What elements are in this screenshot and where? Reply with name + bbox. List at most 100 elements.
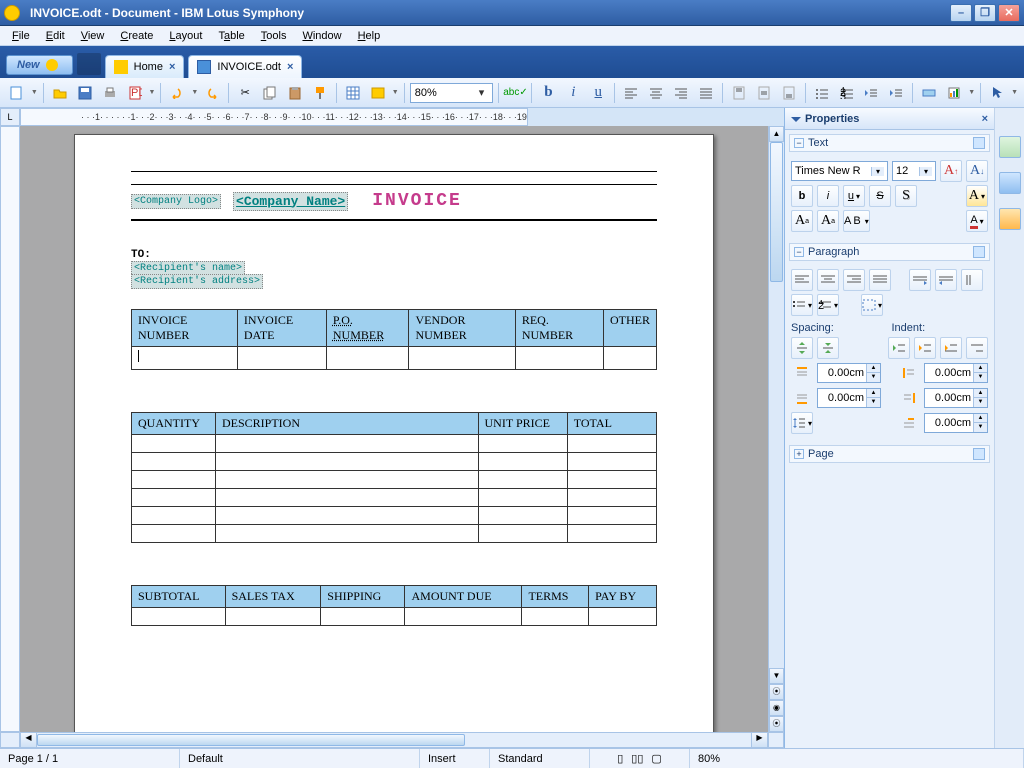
status-zoom[interactable]: 80%	[690, 749, 1024, 768]
print-button[interactable]	[99, 82, 121, 104]
hanging-indent-button[interactable]	[940, 337, 962, 359]
th-subtotal[interactable]: SUBTOTAL	[132, 586, 226, 608]
align-center-button-2[interactable]	[817, 269, 839, 291]
char-spacing-button[interactable]: AB	[843, 210, 870, 232]
number-list-button-2[interactable]: 12	[817, 294, 839, 316]
insert-field-button[interactable]	[918, 82, 940, 104]
undo-button[interactable]	[166, 82, 188, 104]
th-terms[interactable]: TERMS	[522, 586, 589, 608]
menu-window[interactable]: Window	[294, 28, 349, 44]
bold-button-2[interactable]: b	[791, 185, 813, 207]
new-button[interactable]: New	[6, 55, 73, 75]
align-right-button-2[interactable]	[843, 269, 865, 291]
redo-button[interactable]	[201, 82, 223, 104]
gallery-icon[interactable]	[999, 136, 1021, 158]
shadow-button[interactable]: S	[895, 185, 917, 207]
view-page-icon[interactable]: ▯	[617, 752, 623, 765]
company-logo-placeholder[interactable]: <Company Logo>	[131, 194, 221, 209]
close-panel-icon[interactable]: ×	[982, 113, 988, 125]
border-button[interactable]	[861, 294, 883, 316]
text-direction-button[interactable]	[961, 269, 983, 291]
menu-help[interactable]: Help	[350, 28, 389, 44]
underline-button-2[interactable]: u	[843, 185, 865, 207]
th-vendor-number[interactable]: VENDOR NUMBER	[409, 310, 515, 347]
scroll-right-icon[interactable]: ▶	[751, 733, 767, 747]
ltr-button[interactable]	[909, 269, 931, 291]
indent-left-spinner[interactable]: ▲▼	[924, 363, 988, 383]
minimize-button[interactable]: –	[950, 4, 972, 22]
pdf-button[interactable]: PDF	[124, 82, 146, 104]
open-button[interactable]	[49, 82, 71, 104]
navigator-icon[interactable]	[999, 208, 1021, 230]
company-name-placeholder[interactable]: <Company Name>	[233, 192, 348, 211]
th-shipping[interactable]: SHIPPING	[321, 586, 405, 608]
page[interactable]: <Company Logo> <Company Name> INVOICE TO…	[74, 134, 714, 732]
font-size-combo[interactable]: 12▾	[892, 161, 936, 181]
valign-middle-button[interactable]	[753, 82, 775, 104]
scroll-down-icon[interactable]: ▼	[769, 668, 784, 684]
number-list-button[interactable]: 123	[836, 82, 858, 104]
spellcheck-button[interactable]: abc✓	[504, 82, 526, 104]
copy-button[interactable]	[259, 82, 281, 104]
underline-button[interactable]: u	[587, 82, 609, 104]
bullet-list-button[interactable]	[811, 82, 833, 104]
line-items-table[interactable]: QUANTITY DESCRIPTION UNIT PRICE TOTAL	[131, 412, 657, 543]
totals-table[interactable]: SUBTOTAL SALES TAX SHIPPING AMOUNT DUE T…	[131, 585, 657, 626]
highlight-color-button[interactable]: A	[966, 185, 988, 207]
insert-chart-button[interactable]	[943, 82, 965, 104]
th-sales-tax[interactable]: SALES TAX	[225, 586, 321, 608]
section-icon[interactable]	[973, 137, 985, 149]
align-left-button-2[interactable]	[791, 269, 813, 291]
strike-button[interactable]: S	[869, 185, 891, 207]
close-icon[interactable]: ×	[287, 61, 293, 73]
indent-firstline-spinner[interactable]: ▲▼	[924, 413, 988, 433]
scroll-thumb[interactable]	[770, 142, 783, 282]
align-justify-button[interactable]	[695, 82, 717, 104]
indent-button[interactable]	[885, 82, 907, 104]
th-description[interactable]: DESCRIPTION	[216, 413, 479, 435]
tab-home[interactable]: Home ×	[105, 55, 185, 78]
valign-top-button[interactable]	[728, 82, 750, 104]
paste-button[interactable]	[284, 82, 306, 104]
th-req-number[interactable]: REQ. NUMBER	[515, 310, 603, 347]
status-page[interactable]: Page 1 / 1	[0, 749, 180, 768]
ruler-horizontal[interactable]: · · ·1· · · · · ·1· · ·2· · ·3· · ·4· · …	[20, 108, 528, 126]
thumbnails-button[interactable]	[77, 53, 101, 75]
menu-layout[interactable]: Layout	[161, 28, 210, 44]
insert-table-button[interactable]	[342, 82, 364, 104]
scroll-up-icon[interactable]: ▲	[769, 126, 784, 142]
new-doc-button[interactable]	[6, 82, 28, 104]
status-style[interactable]: Default	[180, 749, 420, 768]
menu-edit[interactable]: Edit	[38, 28, 73, 44]
space-above-spinner[interactable]: ▲▼	[817, 363, 881, 383]
italic-button[interactable]: i	[562, 82, 584, 104]
increase-spacing-button[interactable]	[791, 337, 813, 359]
align-justify-button-2[interactable]	[869, 269, 891, 291]
font-color-button[interactable]: A	[966, 210, 988, 232]
save-button[interactable]	[74, 82, 96, 104]
document-area[interactable]: <Company Logo> <Company Name> INVOICE TO…	[20, 126, 768, 732]
first-line-indent-button[interactable]	[966, 337, 988, 359]
th-unit-price[interactable]: UNIT PRICE	[478, 413, 567, 435]
cut-button[interactable]: ✂	[234, 82, 256, 104]
menu-table[interactable]: Table	[210, 28, 252, 44]
align-center-button[interactable]	[645, 82, 667, 104]
decrease-indent-button-2[interactable]	[914, 337, 936, 359]
italic-button-2[interactable]: i	[817, 185, 839, 207]
invoice-meta-table[interactable]: INVOICE NUMBER INVOICE DATE P.O. NUMBER …	[131, 309, 657, 370]
align-right-button[interactable]	[670, 82, 692, 104]
close-button[interactable]: ✕	[998, 4, 1020, 22]
th-amount-due[interactable]: AMOUNT DUE	[405, 586, 522, 608]
menu-create[interactable]: Create	[112, 28, 161, 44]
clipart-icon[interactable]	[999, 172, 1021, 194]
bold-button[interactable]: b	[537, 82, 559, 104]
th-total[interactable]: TOTAL	[567, 413, 656, 435]
superscript-button[interactable]: Aa	[791, 210, 813, 232]
section-icon[interactable]	[973, 246, 985, 258]
th-other[interactable]: OTHER	[603, 310, 656, 347]
view-book-icon[interactable]: ▢	[651, 752, 661, 765]
font-family-combo[interactable]: Times New R▾	[791, 161, 888, 181]
paragraph-section-header[interactable]: −Paragraph	[789, 243, 990, 261]
menu-file[interactable]: File	[4, 28, 38, 44]
page-section-header[interactable]: +Page	[789, 445, 990, 463]
